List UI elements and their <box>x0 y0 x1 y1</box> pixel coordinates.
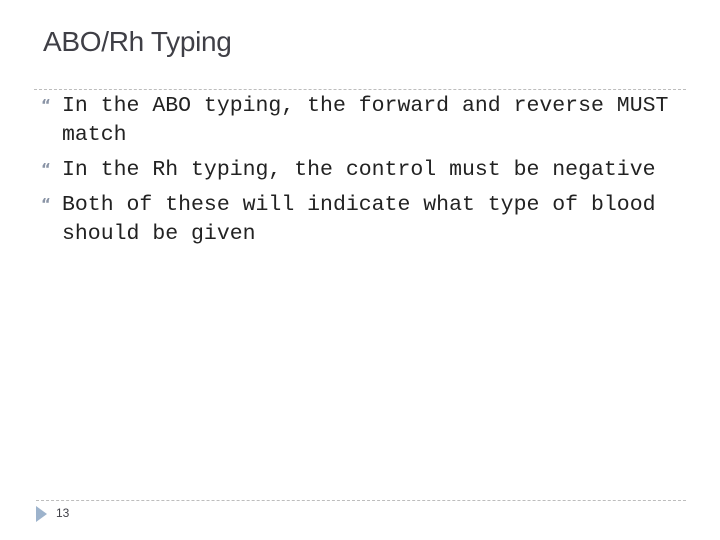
bullet-item: “ In the Rh typing, the control must be … <box>40 156 690 185</box>
slide-title: ABO/Rh Typing <box>43 26 232 57</box>
slide: ABO/Rh Typing “ In the ABO typing, the f… <box>0 0 720 540</box>
bullet-text: Both of these will indicate what type of… <box>62 193 656 246</box>
quote-bullet-icon: “ <box>41 195 51 213</box>
bullet-item: “ Both of these will indicate what type … <box>40 191 690 249</box>
bullet-list: “ In the ABO typing, the forward and rev… <box>40 92 690 255</box>
bullet-item: “ In the ABO typing, the forward and rev… <box>40 92 690 150</box>
triangle-right-icon <box>36 506 47 522</box>
footer-divider <box>36 500 686 501</box>
bullet-text: In the Rh typing, the control must be ne… <box>62 158 656 182</box>
title-divider <box>34 89 686 90</box>
page-number: 13 <box>56 506 70 520</box>
bullet-text: In the ABO typing, the forward and rever… <box>62 94 669 147</box>
quote-bullet-icon: “ <box>41 160 51 178</box>
quote-bullet-icon: “ <box>41 96 51 114</box>
